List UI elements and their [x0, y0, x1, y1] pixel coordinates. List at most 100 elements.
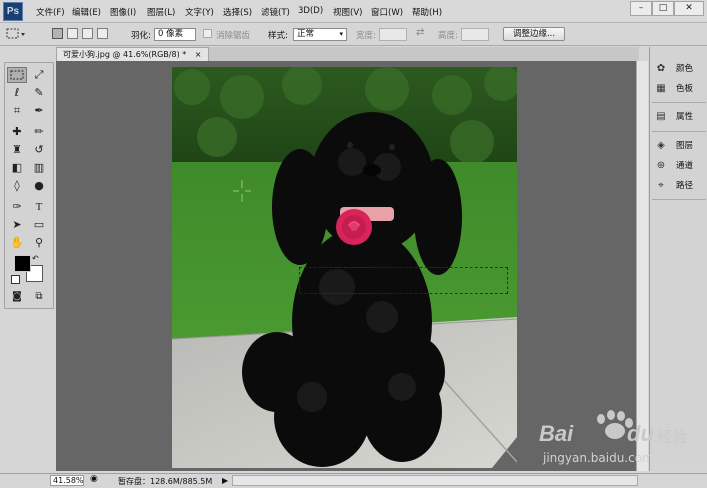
minimize-button[interactable]: –	[630, 1, 652, 16]
panel-paths[interactable]: ⌖ 路径	[654, 178, 706, 194]
feather-input[interactable]: 0 像素	[154, 28, 196, 41]
antialias-label: 消除锯齿	[216, 31, 251, 41]
foreground-color-swatch[interactable]	[14, 255, 31, 272]
document-tab-title: 可爱小狗.jpg @ 41.6%(RGB/8) *	[63, 50, 187, 59]
default-colors-icon[interactable]	[11, 275, 20, 284]
menu-filter[interactable]: 滤镜(T)	[261, 6, 290, 18]
marquee-preset-icon	[6, 28, 25, 39]
style-select-value: 正常	[297, 29, 315, 39]
feather-label: 羽化:	[131, 31, 151, 41]
menu-image[interactable]: 图像(I)	[110, 6, 136, 18]
panel-divider	[652, 102, 706, 103]
panel-channels-label: 通道	[676, 161, 694, 171]
status-info-icon[interactable]: ◉	[90, 474, 98, 484]
panel-channels[interactable]: ⊛ 通道	[654, 158, 706, 174]
hand-icon[interactable]: ✋	[7, 235, 27, 251]
style-select[interactable]: 正常 ▾	[293, 28, 347, 41]
lasso-icon[interactable]: ℓ	[7, 85, 27, 101]
subtract-selection-icon[interactable]	[82, 28, 93, 39]
document-tab[interactable]: 可爱小狗.jpg @ 41.6%(RGB/8) * ×	[56, 47, 209, 61]
zoom-level-field[interactable]: 41.58%	[50, 475, 84, 486]
menu-window[interactable]: 窗口(W)	[371, 6, 403, 18]
panel-color[interactable]: ✿ 颜色	[654, 61, 706, 77]
layers-icon: ◈	[657, 140, 665, 151]
panel-divider	[652, 199, 706, 200]
height-label: 高度:	[438, 31, 458, 41]
gradient-icon[interactable]: ▥	[29, 160, 49, 176]
healing-brush-icon[interactable]: ✚	[7, 124, 27, 140]
quick-mask-icon[interactable]: ◙	[7, 289, 27, 305]
panel-properties-label: 属性	[676, 112, 694, 122]
channels-icon: ⊛	[656, 160, 666, 171]
paths-icon: ⌖	[658, 180, 664, 191]
brush-icon[interactable]: ✏	[29, 124, 49, 140]
panel-layers[interactable]: ◈ 图层	[654, 138, 706, 154]
watermark-url: jingyan.baidu.com	[543, 451, 654, 465]
clone-stamp-icon[interactable]: ♜	[7, 142, 27, 158]
swatches-icon: ▦	[656, 83, 666, 94]
history-brush-icon[interactable]: ↺	[29, 142, 49, 158]
eyedropper-icon[interactable]: ✒	[29, 103, 49, 119]
watermark-brand-suffix: du	[627, 421, 654, 446]
close-button[interactable]: ✕	[674, 1, 704, 16]
close-tab-icon[interactable]: ×	[195, 50, 202, 59]
status-bar: 41.58% ◉ 暂存盘：128.6M/885.5M ▶	[0, 473, 707, 488]
baidu-jingyan-watermark: Bai du 经验 jingyan.baidu.com	[533, 406, 703, 472]
rectangular-marquee-icon[interactable]	[7, 67, 27, 83]
intersect-selection-icon[interactable]	[97, 28, 108, 39]
watermark-chinese: 经验	[657, 428, 688, 446]
path-selection-icon[interactable]: ➤	[7, 217, 27, 233]
menu-view[interactable]: 视图(V)	[333, 6, 362, 18]
palette-icon: ✿	[656, 63, 666, 74]
menu-bar: Ps 文件(F) 编辑(E) 图像(I) 图层(L) 文字(Y) 选择(S) 滤…	[0, 0, 707, 23]
add-selection-icon[interactable]	[67, 28, 78, 39]
panel-color-label: 颜色	[676, 64, 694, 74]
document-tabs: 可爱小狗.jpg @ 41.6%(RGB/8) * ×	[56, 47, 639, 61]
dodge-icon[interactable]: ●	[29, 178, 49, 194]
pen-icon[interactable]: ✑	[7, 199, 27, 215]
toolbox: ⤢ ℓ ✎ ⌗ ✒ ✚ ✏ ♜ ↺ ◧ ▥ ◊ ● ✑ T ➤ ▭ ✋ ⚲ ↶ …	[4, 62, 54, 309]
screen-mode-icon[interactable]: ⧉	[29, 289, 49, 305]
horizontal-scrollbar[interactable]	[232, 475, 638, 486]
blur-icon[interactable]: ◊	[7, 178, 27, 194]
menu-edit[interactable]: 编辑(E)	[72, 6, 101, 18]
menu-select[interactable]: 选择(S)	[223, 6, 252, 18]
new-selection-icon[interactable]	[52, 28, 63, 39]
panel-swatches-label: 色板	[676, 84, 694, 94]
move-icon[interactable]: ⤢	[29, 67, 49, 83]
height-input[interactable]	[461, 28, 489, 41]
menu-3d[interactable]: 3D(D)	[298, 6, 323, 16]
menu-file[interactable]: 文件(F)	[36, 6, 65, 18]
menu-help[interactable]: 帮助(H)	[412, 6, 442, 18]
marquee-selection[interactable]	[299, 267, 508, 294]
eraser-icon[interactable]: ◧	[7, 160, 27, 176]
width-input[interactable]	[379, 28, 407, 41]
photoshop-logo: Ps	[3, 2, 23, 21]
properties-icon: ▤	[656, 111, 666, 122]
panel-swatches[interactable]: ▦ 色板	[654, 81, 706, 97]
refine-edge-button[interactable]: 调整边缘...	[503, 27, 565, 41]
maximize-button[interactable]: □	[652, 1, 674, 16]
menu-layer[interactable]: 图层(L)	[147, 6, 175, 18]
zoom-icon[interactable]: ⚲	[29, 235, 49, 251]
style-label: 样式:	[268, 31, 288, 41]
panel-properties[interactable]: ▤ 属性	[654, 109, 706, 125]
panel-paths-label: 路径	[676, 181, 694, 191]
status-menu-arrow-icon[interactable]: ▶	[222, 476, 228, 485]
options-bar: 羽化: 0 像素 消除锯齿 样式: 正常 ▾ 宽度: ⇄ 高度: 调整边缘...	[0, 23, 707, 46]
type-icon[interactable]: T	[29, 199, 49, 215]
panel-divider	[652, 131, 706, 132]
width-label: 宽度:	[356, 31, 376, 41]
crop-icon[interactable]: ⌗	[7, 103, 27, 119]
chevron-down-icon: ▾	[339, 30, 343, 38]
rectangle-shape-icon[interactable]: ▭	[29, 217, 49, 233]
antialias-checkbox[interactable]	[203, 29, 212, 38]
swap-icon[interactable]: ⇄	[416, 27, 424, 38]
tool-preset-picker[interactable]	[5, 27, 27, 41]
scratch-disk-info: 暂存盘：128.6M/885.5M	[118, 477, 213, 486]
swap-colors-icon[interactable]: ↶	[32, 254, 39, 263]
panel-layers-label: 图层	[676, 141, 694, 151]
watermark-brand: Bai	[539, 421, 574, 446]
quick-selection-icon[interactable]: ✎	[29, 85, 49, 101]
menu-type[interactable]: 文字(Y)	[185, 6, 214, 18]
